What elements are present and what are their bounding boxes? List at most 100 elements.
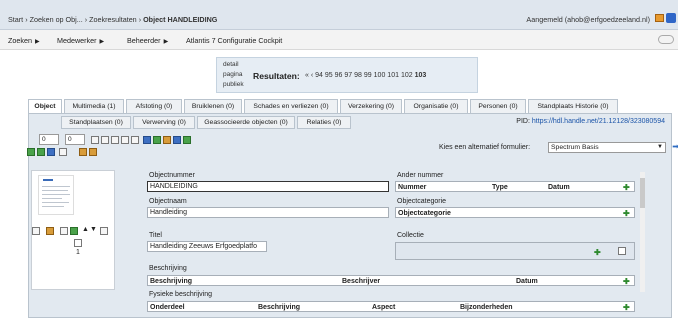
cloud-icon[interactable] bbox=[658, 35, 674, 44]
object-panel: Standplaatsen (0) Verwerving (0) Geassoc… bbox=[27, 113, 678, 318]
scrollbar[interactable] bbox=[640, 172, 645, 292]
pencil-icon[interactable] bbox=[46, 227, 54, 235]
print-icon[interactable] bbox=[131, 136, 139, 144]
tab-verzekering[interactable]: Verzekering (0) bbox=[340, 99, 402, 113]
thumbnail-index: 1 bbox=[76, 249, 80, 256]
copy-icon[interactable] bbox=[101, 136, 109, 144]
group-add-icon[interactable] bbox=[37, 148, 45, 156]
detail-link[interactable]: detail bbox=[223, 61, 239, 68]
ander-nummer-table-header: Nummer Type Datum ✚ bbox=[395, 181, 635, 192]
page-link[interactable]: 96 bbox=[335, 72, 343, 79]
tab-bruiklenen[interactable]: Bruiklenen (0) bbox=[184, 99, 242, 113]
add-icon[interactable]: ✚ bbox=[623, 209, 630, 218]
beschrijving-label: Beschrijving bbox=[149, 265, 187, 272]
tab-multimedia[interactable]: Multimedia (1) bbox=[64, 99, 124, 113]
breadcrumb-current: Object HANDLEIDING bbox=[143, 15, 218, 24]
tab-verwerving[interactable]: Verwerving (0) bbox=[133, 116, 195, 129]
add-icon[interactable]: ✚ bbox=[623, 277, 630, 286]
objectcategorie-table-header: Objectcategorie ✚ bbox=[395, 207, 635, 218]
image-edit-icon[interactable] bbox=[79, 148, 87, 156]
tab-personen[interactable]: Personen (0) bbox=[470, 99, 526, 113]
tree-icon[interactable] bbox=[163, 136, 171, 144]
tab-organisatie[interactable]: Organisatie (0) bbox=[404, 99, 468, 113]
tab-standplaats-historie[interactable]: Standplaats Historie (0) bbox=[528, 99, 618, 113]
tab-schades[interactable]: Schades en verliezen (0) bbox=[244, 99, 338, 113]
thumbnail-box: ▲ ▼ 1 bbox=[31, 170, 115, 290]
pid: PID: https://hdl.handle.net/21.12128/323… bbox=[516, 118, 665, 125]
document-icon[interactable] bbox=[91, 136, 99, 144]
breadcrumb-zoekresultaten[interactable]: Zoekresultaten bbox=[89, 15, 137, 24]
menu-beheerder[interactable]: Beheerder ▶ bbox=[127, 36, 168, 45]
link-icon[interactable] bbox=[32, 227, 40, 235]
tab-relaties[interactable]: Relaties (0) bbox=[297, 116, 351, 129]
menu-medewerker[interactable]: Medewerker ▶ bbox=[57, 36, 104, 45]
breadcrumb-separator: › bbox=[25, 15, 28, 24]
select-checkbox[interactable] bbox=[74, 239, 82, 247]
menu-zoeken[interactable]: Zoeken ▶ bbox=[8, 36, 40, 45]
objectcategorie-label: Objectcategorie bbox=[397, 198, 447, 205]
page-link[interactable]: 100 bbox=[374, 72, 386, 79]
pid-label: PID: bbox=[516, 118, 530, 125]
scrollbar-thumb[interactable] bbox=[640, 178, 645, 208]
page-link[interactable]: 102 bbox=[401, 72, 413, 79]
group-icon[interactable] bbox=[27, 148, 35, 156]
add-icon[interactable]: ✚ bbox=[623, 303, 630, 312]
group-remove-icon[interactable] bbox=[47, 148, 55, 156]
breadcrumb-separator: › bbox=[84, 15, 88, 24]
export-icon[interactable] bbox=[153, 136, 161, 144]
chevron-right-icon: ▶ bbox=[163, 39, 169, 45]
titel-field[interactable]: Handleiding Zeeuws Erfgoedplatfo bbox=[147, 241, 267, 252]
pid-link[interactable]: https://hdl.handle.net/21.12128/32308059… bbox=[532, 118, 665, 125]
results-title: Resultaten: bbox=[253, 71, 300, 81]
objectnaam-field[interactable]: Handleiding bbox=[147, 207, 389, 218]
tab-geassocieerde-objecten[interactable]: Geassocieerde objecten (0) bbox=[197, 116, 295, 129]
fysieke-beschrijving-table-header: Onderdeel Beschrijving Aspect Bijzonderh… bbox=[147, 301, 635, 312]
link-icon[interactable] bbox=[173, 136, 181, 144]
up-icon[interactable]: ▲ bbox=[82, 226, 89, 233]
thumbnail-image[interactable] bbox=[38, 175, 74, 215]
page-link[interactable]: 99 bbox=[364, 72, 372, 79]
first-page-link[interactable]: « bbox=[305, 72, 309, 79]
app-icon[interactable] bbox=[666, 13, 676, 23]
tab-standplaatsen[interactable]: Standplaatsen (0) bbox=[61, 116, 131, 129]
down-icon[interactable]: ▼ bbox=[90, 226, 97, 233]
add-icon[interactable]: ✚ bbox=[623, 183, 630, 192]
menu-configuratie-cockpit[interactable]: Atlantis 7 Configuratie Cockpit bbox=[186, 36, 282, 45]
login-status: Aangemeld (ahob@erfgoedzeeland.nl) bbox=[526, 15, 650, 24]
tab-object[interactable]: Object bbox=[28, 99, 62, 113]
image-icon[interactable] bbox=[143, 136, 151, 144]
ander-nummer-label: Ander nummer bbox=[397, 172, 444, 179]
breadcrumb-separator: › bbox=[138, 15, 142, 24]
relation-icon[interactable] bbox=[183, 136, 191, 144]
page-link[interactable]: 97 bbox=[344, 72, 352, 79]
pagina-link[interactable]: pagina bbox=[223, 71, 243, 78]
document-icon[interactable] bbox=[618, 247, 626, 255]
collectie-label: Collectie bbox=[397, 232, 424, 239]
page-link[interactable]: 95 bbox=[325, 72, 333, 79]
page-link[interactable]: 94 bbox=[315, 72, 323, 79]
grid-icon[interactable] bbox=[111, 136, 119, 144]
page-link[interactable]: 101 bbox=[387, 72, 399, 79]
green-square-icon[interactable] bbox=[70, 227, 78, 235]
breadcrumb-zoeken[interactable]: Zoeken op Obj... bbox=[30, 15, 83, 24]
checkbox-count-b[interactable]: 0 bbox=[65, 134, 85, 145]
chevron-right-icon: ▶ bbox=[99, 39, 105, 45]
objectnummer-label: Objectnummer bbox=[149, 172, 195, 179]
image-view-icon[interactable] bbox=[89, 148, 97, 156]
fysieke-beschrijving-label: Fysieke beschrijving bbox=[149, 291, 213, 298]
arrow-right-icon[interactable]: ➡ bbox=[672, 142, 678, 151]
objectnummer-field[interactable]: HANDLEIDING bbox=[147, 181, 389, 192]
checkbox-count-a[interactable]: 0 bbox=[39, 134, 59, 145]
breadcrumb-start[interactable]: Start bbox=[8, 15, 23, 24]
book-icon[interactable] bbox=[655, 14, 664, 22]
publiek-link[interactable]: publiek bbox=[223, 81, 244, 88]
prev-page-link[interactable]: ‹ bbox=[311, 72, 313, 79]
award-icon[interactable] bbox=[60, 227, 68, 235]
alt-form-select[interactable]: Spectrum Basis ▼ bbox=[548, 142, 666, 153]
window-icon[interactable] bbox=[100, 227, 108, 235]
tab-afstoting[interactable]: Afstoting (0) bbox=[126, 99, 182, 113]
checkbox-icon[interactable] bbox=[59, 148, 67, 156]
table-icon[interactable] bbox=[121, 136, 129, 144]
page-link[interactable]: 98 bbox=[354, 72, 362, 79]
add-icon[interactable]: ✚ bbox=[594, 248, 601, 257]
